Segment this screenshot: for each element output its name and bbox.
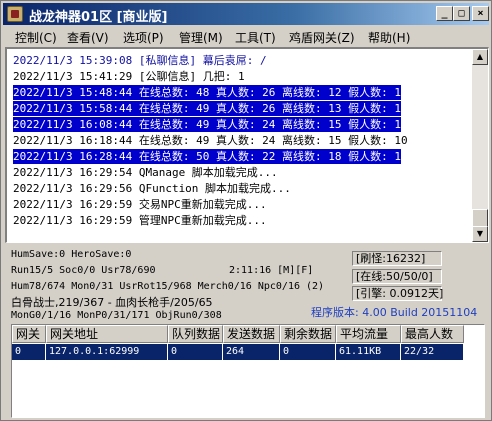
menu-view[interactable]: 查看(V) <box>67 29 109 46</box>
log-line: 2022/11/3 15:41:29 [公聊信息] 几把: 1 <box>13 70 245 83</box>
col-sent[interactable]: 发送数据 <box>223 325 280 343</box>
cell-address: 127.0.0.1:62999 <box>46 344 168 360</box>
save-status: HumSave:0 HeroSave:0 <box>11 249 132 260</box>
cell-queue: 0 <box>168 344 223 360</box>
log-line: 2022/11/3 16:18:44 在线总数: 49 真人数: 24 离线数:… <box>13 134 408 147</box>
menu-options[interactable]: 选项(P) <box>123 29 164 46</box>
maximize-button[interactable]: □ <box>453 6 470 21</box>
brush-count: [刷怪:16232] <box>352 251 442 266</box>
scroll-down-icon[interactable]: ▼ <box>472 226 488 242</box>
uptime-status: 2:11:16 [M][F] <box>229 265 314 276</box>
log-line: 2022/11/3 16:29:59 交易NPC重新加载完成... <box>13 198 267 211</box>
cell-gateway: 0 <box>12 344 46 360</box>
table-row[interactable]: 0 127.0.0.1:62999 0 264 0 61.11KB 22/32 <box>12 344 464 360</box>
minimize-button[interactable]: _ <box>436 6 453 21</box>
log-line: 2022/11/3 16:08:44 在线总数: 49 真人数: 24 离线数:… <box>13 117 408 132</box>
title-bar[interactable]: 战龙神器01区 [商业版] _ □ × <box>3 3 489 25</box>
cell-traffic: 61.11KB <box>336 344 401 360</box>
cell-max-users: 22/32 <box>401 344 464 360</box>
log-line: 2022/11/3 15:58:44 在线总数: 49 真人数: 26 离线数:… <box>13 101 408 116</box>
col-traffic[interactable]: 平均流量 <box>336 325 401 343</box>
online-count: [在线:50/50/0] <box>352 269 442 284</box>
menu-bar: 控制(C) 查看(V) 选项(P) 管理(M) 工具(T) 鸡盾网关(Z) 帮助… <box>3 26 489 46</box>
app-icon <box>7 6 23 22</box>
menu-manage[interactable]: 管理(M) <box>179 29 223 46</box>
monster-status: 白骨战士,219/367 - 血肉长枪手/205/65 <box>11 296 213 309</box>
scroll-up-icon[interactable]: ▲ <box>472 49 488 65</box>
log-panel[interactable]: 2022/11/3 15:39:08 [私聊信息] 幕后袁屌: / 2022/1… <box>5 47 489 243</box>
mon-status: MonG0/1/16 MonP0/31/171 ObjRun0/308 <box>11 310 222 321</box>
table-header: 网关 网关地址 队列数据 发送数据 剩余数据 平均流量 最高人数 <box>12 325 484 343</box>
log-scrollbar[interactable]: ▲ ▼ <box>472 49 488 242</box>
menu-tools[interactable]: 工具(T) <box>235 29 276 46</box>
hum-status: Hum78/674 Mon0/31 UsrRot15/968 Merch0/16… <box>11 281 325 292</box>
main-window: 战龙神器01区 [商业版] _ □ × 控制(C) 查看(V) 选项(P) 管理… <box>0 0 492 421</box>
log-line: 2022/11/3 16:28:44 在线总数: 50 真人数: 22 离线数:… <box>13 149 408 164</box>
menu-control[interactable]: 控制(C) <box>15 29 57 46</box>
engine-uptime: [引擎: 0.0912天] <box>352 286 443 301</box>
program-version: 程序版本: 4.00 Build 20151104 <box>311 306 478 319</box>
col-address[interactable]: 网关地址 <box>46 325 168 343</box>
menu-help[interactable]: 帮助(H) <box>368 29 410 46</box>
close-button[interactable]: × <box>472 6 489 21</box>
cell-remaining: 0 <box>280 344 336 360</box>
run-status: Run15/5 Soc0/0 Usr78/690 <box>11 265 156 276</box>
log-line: 2022/11/3 16:29:59 管理NPC重新加载完成... <box>13 214 267 227</box>
col-max-users[interactable]: 最高人数 <box>401 325 464 343</box>
col-queue[interactable]: 队列数据 <box>168 325 223 343</box>
window-title: 战龙神器01区 [商业版] <box>29 10 168 25</box>
gateway-table[interactable]: 网关 网关地址 队列数据 发送数据 剩余数据 平均流量 最高人数 0 127.0… <box>11 324 485 418</box>
log-line: 2022/11/3 16:29:56 QFunction 脚本加载完成... <box>13 182 291 195</box>
log-line: 2022/11/3 16:29:54 QManage 脚本加载完成... <box>13 166 278 179</box>
log-line: 2022/11/3 15:39:08 [私聊信息] 幕后袁屌: / <box>13 54 267 67</box>
log-line: 2022/11/3 15:48:44 在线总数: 48 真人数: 26 离线数:… <box>13 85 408 100</box>
col-remaining[interactable]: 剩余数据 <box>280 325 336 343</box>
scroll-thumb[interactable] <box>472 209 488 227</box>
col-gateway[interactable]: 网关 <box>12 325 46 343</box>
menu-gateway[interactable]: 鸡盾网关(Z) <box>289 29 355 46</box>
cell-sent: 264 <box>223 344 280 360</box>
